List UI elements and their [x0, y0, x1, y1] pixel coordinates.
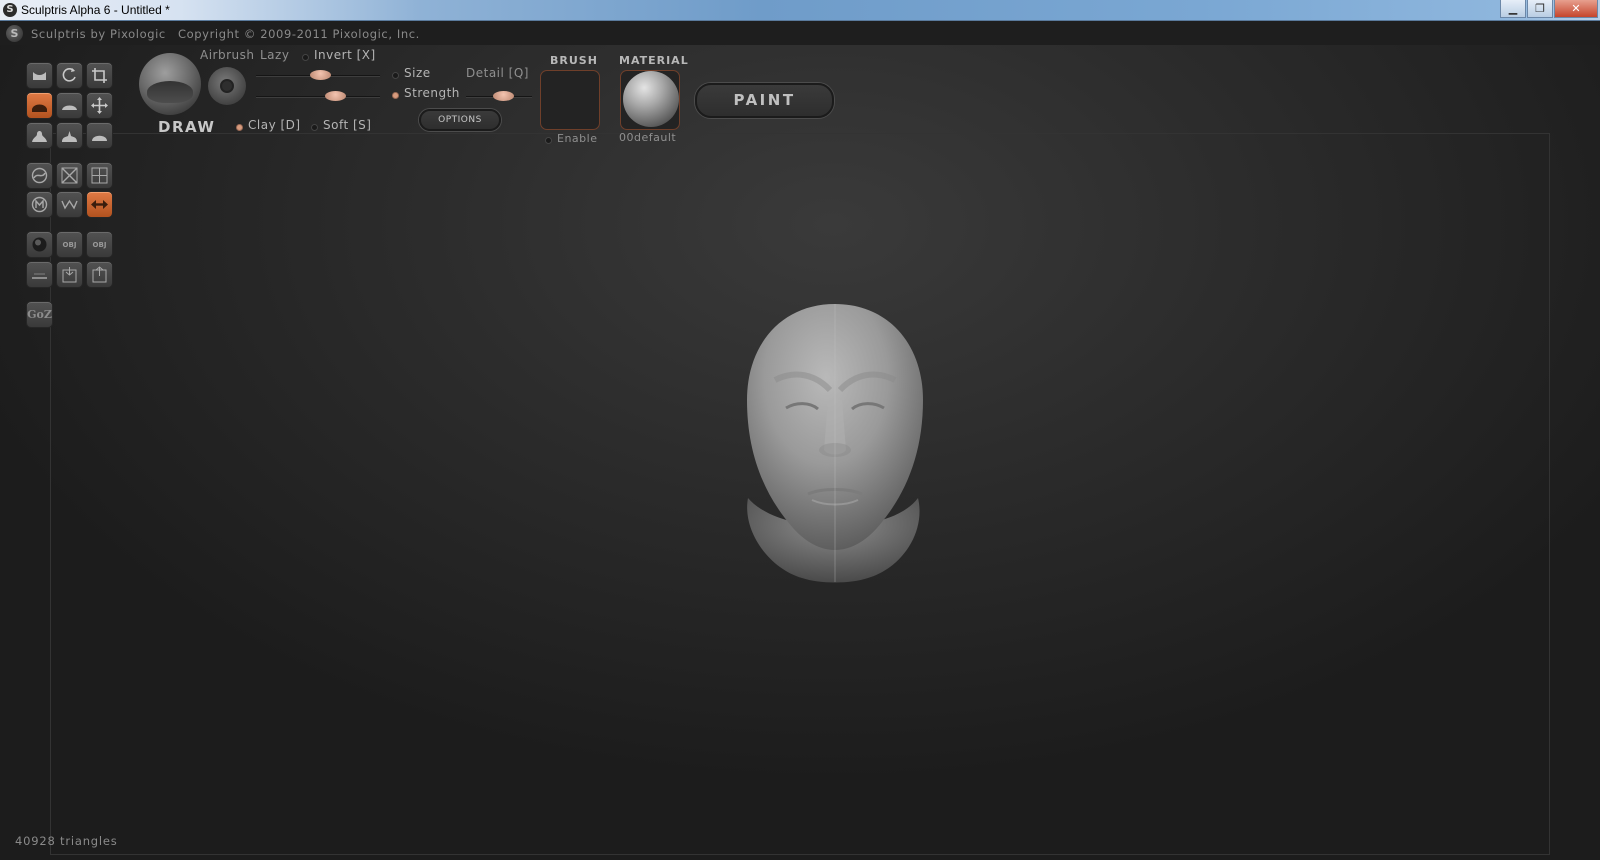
window-title: Sculptris Alpha 6 - Untitled * — [21, 3, 170, 17]
mask-tool-button[interactable] — [56, 162, 83, 189]
strength-label[interactable]: Strength — [404, 86, 460, 100]
new-plane-icon — [32, 273, 47, 279]
window-controls: ▁ ❐ ✕ — [1499, 0, 1598, 18]
clay-radio[interactable] — [236, 124, 243, 131]
export-obj-icon: OBJ — [92, 240, 107, 249]
strength-radio[interactable] — [392, 92, 399, 99]
goz-icon: GoZ — [27, 308, 52, 321]
new-plane-tool-button[interactable] — [26, 261, 53, 288]
material-name: 00default — [619, 131, 677, 144]
title-bar: S Sculptris Alpha 6 - Untitled * ▁ ❐ ✕ — [0, 0, 1600, 21]
brush-enable-label[interactable]: Enable — [557, 132, 597, 145]
open-icon — [62, 267, 77, 283]
wireframe-tool-button[interactable] — [86, 162, 113, 189]
pinch-tool-button[interactable] — [26, 122, 53, 149]
crease-icon — [33, 72, 46, 80]
symmetry-icon — [91, 200, 108, 209]
crease-tool-button[interactable] — [26, 62, 53, 89]
copyright-label: Copyright © 2009-2011 Pixologic, Inc. — [178, 27, 420, 41]
airbrush-toggle[interactable] — [208, 67, 246, 105]
mask-m-tool-button[interactable] — [26, 191, 53, 218]
detail-slider-knob[interactable] — [492, 91, 514, 101]
sculpted-head-model[interactable] — [720, 300, 950, 590]
material-section-title: MATERIAL — [619, 54, 689, 67]
pinch-icon — [32, 131, 47, 142]
goz-tool-button[interactable]: GoZ — [26, 301, 53, 328]
export-obj-tool-button[interactable]: OBJ — [86, 231, 113, 258]
new-sphere-tool-button[interactable] — [26, 231, 53, 258]
smooth-icon — [92, 135, 107, 141]
draw-icon — [32, 104, 47, 112]
save-tool-button[interactable] — [86, 261, 113, 288]
app-header: S Sculptris by Pixologic Copyright © 200… — [0, 21, 1600, 45]
inflate-icon — [62, 131, 77, 142]
open-tool-button[interactable] — [56, 261, 83, 288]
new-sphere-icon — [32, 237, 47, 252]
import-obj-tool-button[interactable]: OBJ — [56, 231, 83, 258]
rotate-tool-button[interactable] — [56, 62, 83, 89]
invert-radio[interactable] — [302, 54, 309, 61]
current-tool-name: DRAW — [158, 118, 216, 136]
options-button[interactable]: OPTIONS — [419, 109, 501, 131]
size-radio[interactable] — [392, 72, 399, 79]
import-obj-icon: OBJ — [62, 240, 77, 249]
flatten-icon — [62, 105, 77, 110]
brush-preview-icon[interactable] — [139, 53, 201, 115]
pixologic-logo-icon: S — [6, 25, 23, 42]
app-icon[interactable]: S — [3, 3, 17, 17]
scale-icon — [92, 68, 107, 83]
reduce-brush-icon — [31, 167, 48, 184]
mask-m-icon — [31, 196, 48, 213]
smooth-tool-button[interactable] — [86, 122, 113, 149]
airbrush-label: Airbrush — [200, 48, 255, 62]
brush-section-title: BRUSH — [550, 54, 598, 67]
size-label[interactable]: Size — [404, 66, 431, 80]
clay-label[interactable]: Clay [D] — [248, 118, 301, 132]
mask-icon — [61, 167, 78, 184]
draw-tool-button[interactable] — [26, 92, 53, 119]
brush-enable-radio[interactable] — [545, 137, 552, 144]
soft-radio[interactable] — [311, 124, 318, 131]
subdivide-tool-button[interactable] — [56, 191, 83, 218]
scale-tool-button[interactable] — [86, 62, 113, 89]
minimize-button[interactable]: ▁ — [1500, 0, 1526, 18]
grab-tool-button[interactable] — [86, 92, 113, 119]
strength-slider-track[interactable] — [256, 96, 380, 98]
restore-button[interactable]: ❐ — [1527, 0, 1553, 18]
grab-icon — [91, 97, 108, 114]
save-icon — [92, 266, 107, 283]
close-button[interactable]: ✕ — [1554, 0, 1598, 18]
inflate-tool-button[interactable] — [56, 122, 83, 149]
wireframe-icon — [91, 167, 108, 184]
flatten-tool-button[interactable] — [56, 92, 83, 119]
paint-button[interactable]: PAINT — [695, 83, 834, 118]
triangle-count: 40928 triangles — [15, 834, 118, 848]
detail-label: Detail [Q] — [466, 66, 529, 80]
rotate-icon — [62, 68, 76, 82]
soft-label[interactable]: Soft [S] — [323, 118, 371, 132]
lazy-label: Lazy — [260, 48, 290, 62]
material-ball-icon[interactable] — [623, 71, 679, 127]
symmetry-tool-button[interactable] — [86, 191, 113, 218]
brush-texture-slot[interactable] — [540, 70, 600, 130]
subdivide-icon — [61, 199, 78, 210]
invert-label[interactable]: Invert [X] — [314, 48, 376, 62]
brand-label: Sculptris by Pixologic — [31, 27, 166, 41]
reduce-brush-tool-button[interactable] — [26, 162, 53, 189]
